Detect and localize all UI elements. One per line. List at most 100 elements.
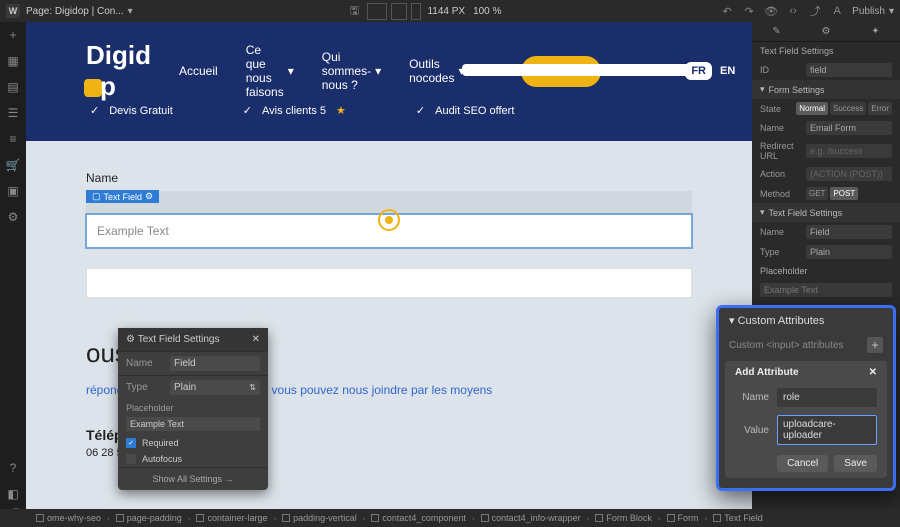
mobile-breakpoint-icon[interactable] xyxy=(411,3,421,20)
add-attribute-button[interactable]: + xyxy=(867,337,883,353)
close-icon[interactable]: ✕ xyxy=(252,334,260,345)
audit2-icon[interactable]: ◧ xyxy=(6,487,20,501)
popup-show-all[interactable]: Show All Settings → xyxy=(118,467,268,490)
cms-icon[interactable]: ≡ xyxy=(6,132,20,146)
r-redirect-label: Redirect URL xyxy=(760,141,800,161)
r-tftype-label: Type xyxy=(760,247,800,257)
nav-services[interactable]: Ce que nous faisons ▾ xyxy=(246,43,294,99)
style-tab-icon[interactable]: ✎ xyxy=(772,26,780,37)
r-redirect-input[interactable]: e.g. /success xyxy=(806,144,892,158)
benefit-item: ✓Devis Gratuit xyxy=(90,104,173,117)
canvas-zoom: 100 % xyxy=(473,6,501,17)
popup-name-input[interactable]: Field xyxy=(170,356,260,371)
settings-icon[interactable]: ⚙ xyxy=(6,210,20,224)
popup-placeholder-input[interactable]: Example Text xyxy=(126,417,260,431)
state-error[interactable]: Error xyxy=(868,102,892,115)
check-icon: ✓ xyxy=(243,104,252,117)
nav-tools[interactable]: Outils nocodes ▾ xyxy=(409,57,464,85)
breadcrumb-item[interactable]: contact4_info-wrapper xyxy=(475,513,587,523)
benefit-item: ✓Audit SEO offert xyxy=(416,104,515,117)
check-icon: ✓ xyxy=(416,104,425,117)
method-post[interactable]: POST xyxy=(830,187,858,200)
checkbox-checked-icon: ✓ xyxy=(126,438,136,448)
settings-tab-icon[interactable]: ⚙ xyxy=(822,26,831,37)
overlay-panel-title: Add Attribute xyxy=(735,367,799,378)
breadcrumb-item[interactable]: Form xyxy=(661,513,705,523)
pages-icon[interactable]: ▤ xyxy=(6,80,20,94)
code-icon[interactable]: ‹› xyxy=(782,2,804,20)
breadcrumb-item[interactable]: ome-why-seo xyxy=(30,513,107,523)
publish-chevron-icon[interactable]: ▾ xyxy=(889,6,894,17)
r-name-input[interactable]: Email Form xyxy=(806,121,892,135)
chevron-down-icon: ▾ xyxy=(288,64,294,78)
method-get[interactable]: GET xyxy=(806,187,828,200)
overlay-subtitle: Custom <input> attributes xyxy=(729,340,844,351)
audit-icon[interactable]: A xyxy=(826,2,848,20)
custom-attributes-panel: ▾ Custom Attributes Custom <input> attri… xyxy=(716,305,896,491)
r-tfname-label: Name xyxy=(760,227,800,237)
breadcrumb-item[interactable]: Form Block xyxy=(589,513,658,523)
benefit-item: ✓Avis clients 5 ★ xyxy=(243,104,346,117)
popup-title: Text Field Settings xyxy=(138,334,220,345)
attr-name-label: Name xyxy=(735,392,769,403)
r-action-input[interactable]: {ACTION (POST)} xyxy=(806,167,892,181)
popup-autofocus-check[interactable]: Autofocus xyxy=(118,451,268,467)
state-success[interactable]: Success xyxy=(830,102,866,115)
redo-icon[interactable]: ↷ xyxy=(738,2,760,20)
save-button[interactable]: Save xyxy=(834,455,877,472)
breadcrumb: ome-why-seo› page-padding› container-lar… xyxy=(0,509,900,527)
save-icon[interactable]: 🖫 xyxy=(343,2,365,20)
r-tfph-input[interactable]: Example Text xyxy=(760,283,892,297)
popup-type-select[interactable]: Plain⇅ xyxy=(170,380,260,395)
cancel-button[interactable]: Cancel xyxy=(777,455,828,472)
canvas: Digidp Accueil Ce que nous faisons ▾ Qui… xyxy=(26,22,752,509)
breadcrumb-item[interactable]: contact4_component xyxy=(365,513,472,523)
nav-about[interactable]: Qui sommes-nous ? ▾ xyxy=(322,50,381,92)
attr-name-input[interactable]: role xyxy=(777,388,877,407)
page-label[interactable]: Page: Digidop | Con... xyxy=(26,6,124,17)
interactions-tab-icon[interactable]: ✦ xyxy=(871,26,879,37)
element-tag[interactable]: ▢ Text Field ⚙ xyxy=(86,190,159,203)
assets-icon[interactable]: ▣ xyxy=(6,184,20,198)
r-textfield-header: Text Field Settings xyxy=(752,42,900,60)
r-action-label: Action xyxy=(760,169,800,179)
close-icon[interactable]: ✕ xyxy=(869,367,877,378)
page-chevron-icon[interactable]: ▾ xyxy=(128,6,133,17)
popup-name-label: Name xyxy=(126,358,170,369)
lang-en[interactable]: EN xyxy=(720,65,735,77)
r-textfield2-header[interactable]: ▾ Text Field Settings xyxy=(752,203,900,222)
cursor-icon xyxy=(378,209,400,231)
field-label-name: Name xyxy=(86,171,692,185)
r-tfname-input[interactable]: Field xyxy=(806,225,892,239)
brand-logo[interactable]: Digidp xyxy=(86,40,151,102)
publish-button[interactable]: Publish xyxy=(852,6,885,17)
r-form-header[interactable]: ▾ Form Settings xyxy=(752,80,900,99)
export-icon[interactable]: ⤴ xyxy=(804,2,826,20)
breadcrumb-item[interactable]: padding-vertical xyxy=(276,513,363,523)
add-icon[interactable]: + xyxy=(6,28,20,42)
tablet-breakpoint-icon[interactable] xyxy=(391,3,407,20)
next-field[interactable] xyxy=(86,268,692,298)
nav-icon[interactable]: ☰ xyxy=(6,106,20,120)
breadcrumb-item[interactable]: Text Field xyxy=(707,513,769,523)
popup-type-label: Type xyxy=(126,382,170,393)
webflow-logo[interactable]: W xyxy=(6,4,20,18)
r-tftype-select[interactable]: Plain xyxy=(806,245,892,259)
breadcrumb-item[interactable]: page-padding xyxy=(110,513,188,523)
desktop-breakpoint-icon[interactable] xyxy=(367,3,387,20)
preview-icon[interactable]: 👁 xyxy=(760,2,782,20)
r-id-input[interactable]: field xyxy=(806,63,892,77)
tag-gear-icon[interactable]: ⚙ xyxy=(145,191,153,202)
popup-required-check[interactable]: ✓Required xyxy=(118,435,268,451)
search-bar-placeholder xyxy=(462,64,692,76)
canvas-width: 1144 PX xyxy=(427,6,465,17)
help-icon[interactable]: ? xyxy=(6,461,20,475)
state-normal[interactable]: Normal xyxy=(796,102,828,115)
ecommerce-icon[interactable]: 🛒 xyxy=(6,158,20,172)
attr-value-input[interactable]: uploadcare-uploader xyxy=(777,415,877,445)
breadcrumb-item[interactable]: container-large xyxy=(190,513,273,523)
check-icon: ✓ xyxy=(90,104,99,117)
box-icon[interactable]: ▦ xyxy=(6,54,20,68)
nav-accueil[interactable]: Accueil xyxy=(179,64,218,78)
undo-icon[interactable]: ↶ xyxy=(716,2,738,20)
